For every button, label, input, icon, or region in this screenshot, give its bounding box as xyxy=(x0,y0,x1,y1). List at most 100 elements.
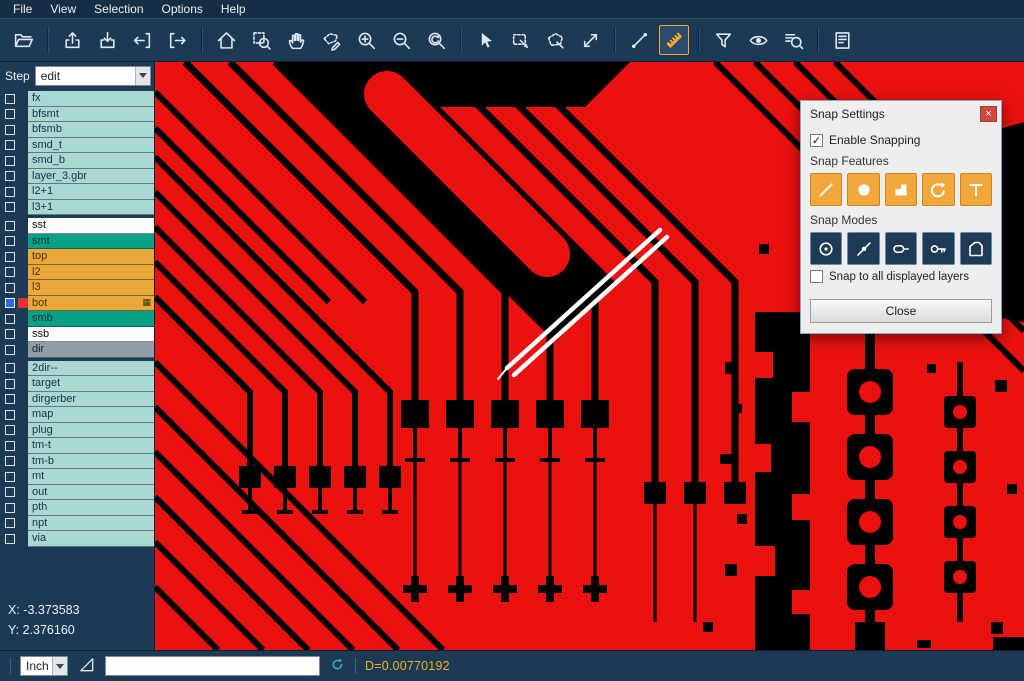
menu-item-selection[interactable]: Selection xyxy=(85,0,152,18)
layer-name[interactable]: smb xyxy=(28,311,154,327)
grid-icon[interactable]: ▦ xyxy=(142,297,151,308)
layer-visibility-checkbox[interactable] xyxy=(5,252,15,262)
layer-name[interactable]: pth xyxy=(28,500,154,516)
layer-name[interactable]: tm-t xyxy=(28,438,154,454)
layer-name[interactable]: smd_b xyxy=(28,153,154,169)
view-options-button[interactable] xyxy=(743,25,773,55)
layer-row-top[interactable]: top xyxy=(0,249,154,265)
layer-name[interactable]: npt xyxy=(28,516,154,532)
layer-name[interactable]: target xyxy=(28,376,154,392)
layer-row-ssb[interactable]: ssb xyxy=(0,327,154,343)
layer-visibility-checkbox[interactable] xyxy=(5,187,15,197)
menu-item-options[interactable]: Options xyxy=(153,0,212,18)
snap-feature-arc-button[interactable] xyxy=(922,173,954,206)
snap-feature-corner-button[interactable] xyxy=(885,173,917,206)
layer-row-target[interactable]: target xyxy=(0,376,154,392)
import-left-button[interactable] xyxy=(127,25,157,55)
layer-visibility-checkbox[interactable] xyxy=(5,140,15,150)
snap-feature-pad-button[interactable] xyxy=(847,173,879,206)
draw-line-button[interactable] xyxy=(624,25,654,55)
zoom-previous-button[interactable] xyxy=(421,25,451,55)
pan-button[interactable] xyxy=(281,25,311,55)
layer-row-out[interactable]: out xyxy=(0,485,154,501)
layer-visibility-checkbox[interactable] xyxy=(5,534,15,544)
layer-name[interactable]: tm-b xyxy=(28,454,154,470)
layer-row-tm-t[interactable]: tm-t xyxy=(0,438,154,454)
layer-visibility-checkbox[interactable] xyxy=(5,518,15,528)
zoom-window-button[interactable] xyxy=(246,25,276,55)
layer-visibility-checkbox[interactable] xyxy=(5,267,15,277)
layer-visibility-checkbox[interactable] xyxy=(5,156,15,166)
layer-name[interactable]: bfsmb xyxy=(28,122,154,138)
layer-name[interactable]: l2+1 xyxy=(28,184,154,200)
layer-row-l3[interactable]: l3 xyxy=(0,280,154,296)
layer-visibility-checkbox[interactable] xyxy=(5,314,15,324)
select-pointer-button[interactable] xyxy=(470,25,500,55)
measure-snap-button[interactable] xyxy=(659,25,689,55)
layer-row-map[interactable]: map xyxy=(0,407,154,423)
snap-mode-key-button[interactable] xyxy=(922,232,954,265)
layer-row-l2+1[interactable]: l2+1 xyxy=(0,184,154,200)
import-down-button[interactable] xyxy=(92,25,122,55)
snap-feature-line-button[interactable] xyxy=(810,173,842,206)
layer-row-mt[interactable]: mt xyxy=(0,469,154,485)
layer-visibility-checkbox[interactable] xyxy=(5,171,15,181)
layer-name[interactable]: top xyxy=(28,249,154,265)
layer-name[interactable]: mt xyxy=(28,469,154,485)
layer-visibility-checkbox[interactable] xyxy=(5,425,15,435)
layer-row-smt[interactable]: smt xyxy=(0,234,154,250)
export-right-button[interactable] xyxy=(162,25,192,55)
chevron-down-icon[interactable] xyxy=(52,657,67,675)
inspect-button[interactable] xyxy=(778,25,808,55)
snap-mode-point-button[interactable] xyxy=(847,232,879,265)
layer-row-2dir--[interactable]: 2dir-- xyxy=(0,361,154,377)
refresh-icon[interactable] xyxy=(329,656,346,676)
export-up-button[interactable] xyxy=(57,25,87,55)
layer-row-sst[interactable]: sst xyxy=(0,218,154,234)
layer-name[interactable]: plug xyxy=(28,423,154,439)
layer-visibility-checkbox[interactable] xyxy=(5,329,15,339)
layer-name[interactable]: sst xyxy=(28,218,154,234)
layer-row-smd_t[interactable]: smd_t xyxy=(0,138,154,154)
home-view-button[interactable] xyxy=(211,25,241,55)
layer-row-layer_3.gbr[interactable]: layer_3.gbr xyxy=(0,169,154,185)
layer-name[interactable]: dir xyxy=(28,342,154,358)
layer-visibility-checkbox[interactable] xyxy=(5,379,15,389)
layer-name[interactable]: l3 xyxy=(28,280,154,296)
layer-row-smb[interactable]: smb xyxy=(0,311,154,327)
layer-name[interactable]: ssb xyxy=(28,327,154,343)
chevron-down-icon[interactable] xyxy=(135,67,150,85)
filter-button[interactable] xyxy=(708,25,738,55)
checkbox-checked-icon[interactable]: ✓ xyxy=(810,134,823,147)
snap-mode-outline-button[interactable] xyxy=(960,232,992,265)
layer-row-bot[interactable]: bot▦ xyxy=(0,296,154,312)
layer-color-indicator[interactable] xyxy=(18,298,28,308)
select-polygon-button[interactable] xyxy=(540,25,570,55)
lasso-zoom-button[interactable] xyxy=(316,25,346,55)
layer-name[interactable]: map xyxy=(28,407,154,423)
layer-name[interactable]: dirgerber xyxy=(28,392,154,408)
layer-visibility-checkbox[interactable] xyxy=(5,202,15,212)
zoom-out-button[interactable] xyxy=(386,25,416,55)
command-input[interactable] xyxy=(105,656,320,676)
layer-row-l2[interactable]: l2 xyxy=(0,265,154,281)
layer-visibility-checkbox[interactable] xyxy=(5,394,15,404)
layer-row-smd_b[interactable]: smd_b xyxy=(0,153,154,169)
layer-name[interactable]: smd_t xyxy=(28,138,154,154)
layer-visibility-checkbox[interactable] xyxy=(5,298,15,308)
layer-visibility-checkbox[interactable] xyxy=(5,236,15,246)
close-icon[interactable]: × xyxy=(980,106,997,122)
layer-name[interactable]: l2 xyxy=(28,265,154,281)
layer-name[interactable]: bot▦ xyxy=(28,296,154,312)
snap-feature-text-button[interactable] xyxy=(960,173,992,206)
layer-visibility-checkbox[interactable] xyxy=(5,456,15,466)
enable-snapping-row[interactable]: ✓ Enable Snapping xyxy=(810,133,992,147)
menu-item-view[interactable]: View xyxy=(41,0,85,18)
layer-name[interactable]: l3+1 xyxy=(28,200,154,216)
unit-select[interactable]: Inch xyxy=(20,656,68,676)
layer-visibility-checkbox[interactable] xyxy=(5,487,15,497)
zoom-in-button[interactable] xyxy=(351,25,381,55)
layer-name[interactable]: bfsmt xyxy=(28,107,154,123)
layer-row-via[interactable]: via xyxy=(0,531,154,547)
layer-name[interactable]: 2dir-- xyxy=(28,361,154,377)
